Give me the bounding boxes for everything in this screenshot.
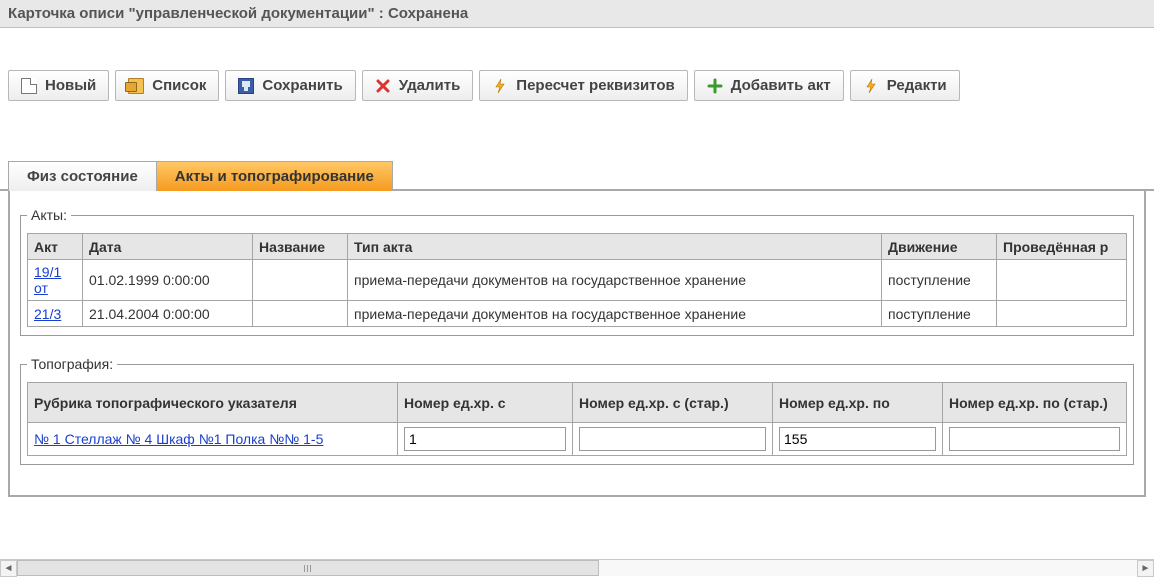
col-to[interactable]: Номер ед.хр. по [773, 383, 943, 423]
delete-label: Удалить [399, 77, 461, 94]
edit-button[interactable]: Редакти [850, 70, 960, 101]
list-label: Список [152, 77, 206, 94]
new-doc-icon [21, 78, 37, 94]
col-movement[interactable]: Движение [882, 234, 997, 260]
tab-panel: Акты: Акт Дата Название Тип акта Движени… [8, 191, 1146, 497]
edit-label: Редакти [887, 77, 947, 94]
act-link[interactable]: 19/1 от [34, 264, 61, 296]
new-button[interactable]: Новый [8, 70, 109, 101]
cell-type: приема-передачи документов на государств… [348, 301, 882, 327]
cell-date: 21.04.2004 0:00:00 [83, 301, 253, 327]
toolbar: Новый Список Сохранить Удалить Пересчет … [0, 70, 1154, 101]
col-from[interactable]: Номер ед.хр. с [398, 383, 573, 423]
from-input[interactable] [404, 427, 566, 451]
window-title: Карточка описи "управленческой документа… [0, 0, 1154, 28]
to-old-input[interactable] [949, 427, 1120, 451]
acts-fieldset: Акты: Акт Дата Название Тип акта Движени… [20, 207, 1134, 336]
rubric-link[interactable]: № 1 Стеллаж № 4 Шкаф №1 Полка №№ 1-5 [34, 431, 323, 447]
col-conducted[interactable]: Проведённая р [997, 234, 1127, 260]
lightning-icon [492, 78, 508, 94]
cell-name [253, 260, 348, 301]
save-button[interactable]: Сохранить [225, 70, 355, 101]
tab-bar: Физ состояние Акты и топографирование [0, 159, 1154, 191]
col-type[interactable]: Тип акта [348, 234, 882, 260]
cell-conducted [997, 301, 1127, 327]
delete-x-icon [375, 78, 391, 94]
to-input[interactable] [779, 427, 936, 451]
tab-phys-state[interactable]: Физ состояние [8, 161, 157, 191]
acts-legend: Акты: [27, 207, 71, 223]
topo-fieldset: Топография: Рубрика топографического ука… [20, 356, 1134, 465]
table-row[interactable]: № 1 Стеллаж № 4 Шкаф №1 Полка №№ 1-5 [28, 423, 1127, 456]
scroll-right-arrow[interactable]: ► [1137, 560, 1154, 577]
tab-acts-topo[interactable]: Акты и топографирование [156, 161, 393, 191]
cell-conducted [997, 260, 1127, 301]
topo-legend: Топография: [27, 356, 117, 372]
scroll-track[interactable] [17, 560, 1137, 576]
col-from-old[interactable]: Номер ед.хр. с (стар.) [573, 383, 773, 423]
recalc-button[interactable]: Пересчет реквизитов [479, 70, 687, 101]
folder-icon [128, 78, 144, 94]
add-act-label: Добавить акт [731, 77, 831, 94]
new-label: Новый [45, 77, 96, 94]
lightning-icon [863, 78, 879, 94]
scroll-left-arrow[interactable]: ◄ [0, 560, 17, 577]
col-to-old[interactable]: Номер ед.хр. по (стар.) [943, 383, 1127, 423]
plus-icon [707, 78, 723, 94]
disk-icon [238, 78, 254, 94]
table-row[interactable]: 21/3 21.04.2004 0:00:00 приема-передачи … [28, 301, 1127, 327]
from-old-input[interactable] [579, 427, 766, 451]
save-label: Сохранить [262, 77, 342, 94]
add-act-button[interactable]: Добавить акт [694, 70, 844, 101]
topo-table: Рубрика топографического указателя Номер… [27, 382, 1127, 456]
acts-table: Акт Дата Название Тип акта Движение Пров… [27, 233, 1127, 327]
col-rubric[interactable]: Рубрика топографического указателя [28, 383, 398, 423]
recalc-label: Пересчет реквизитов [516, 77, 674, 94]
cell-type: приема-передачи документов на государств… [348, 260, 882, 301]
cell-movement: поступление [882, 260, 997, 301]
list-button[interactable]: Список [115, 70, 219, 101]
cell-date: 01.02.1999 0:00:00 [83, 260, 253, 301]
cell-movement: поступление [882, 301, 997, 327]
col-act[interactable]: Акт [28, 234, 83, 260]
cell-name [253, 301, 348, 327]
scroll-thumb[interactable] [17, 560, 599, 576]
delete-button[interactable]: Удалить [362, 70, 474, 101]
table-row[interactable]: 19/1 от 01.02.1999 0:00:00 приема-переда… [28, 260, 1127, 301]
col-date[interactable]: Дата [83, 234, 253, 260]
col-name[interactable]: Название [253, 234, 348, 260]
act-link[interactable]: 21/3 [34, 306, 61, 322]
horizontal-scrollbar[interactable]: ◄ ► [0, 559, 1154, 576]
